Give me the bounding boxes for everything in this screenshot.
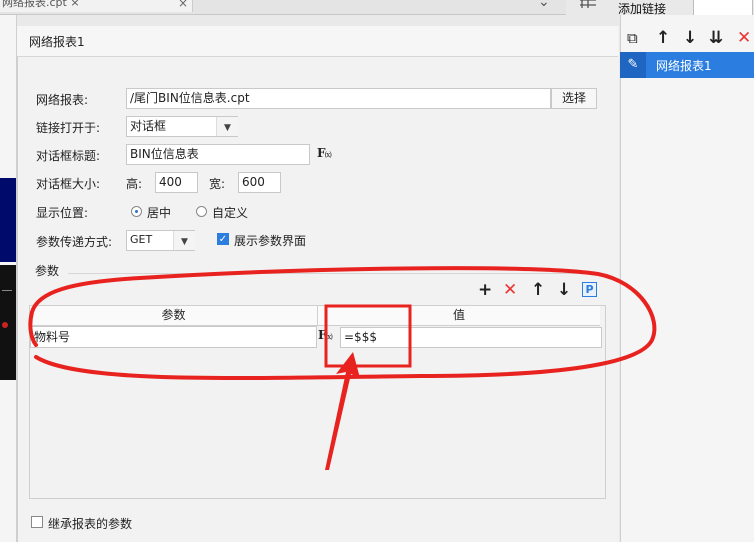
annotation-ellipse	[28, 266, 657, 380]
annotation-box	[324, 304, 412, 368]
annotation-overlay	[28, 266, 657, 470]
annotation-arrow	[325, 352, 360, 470]
